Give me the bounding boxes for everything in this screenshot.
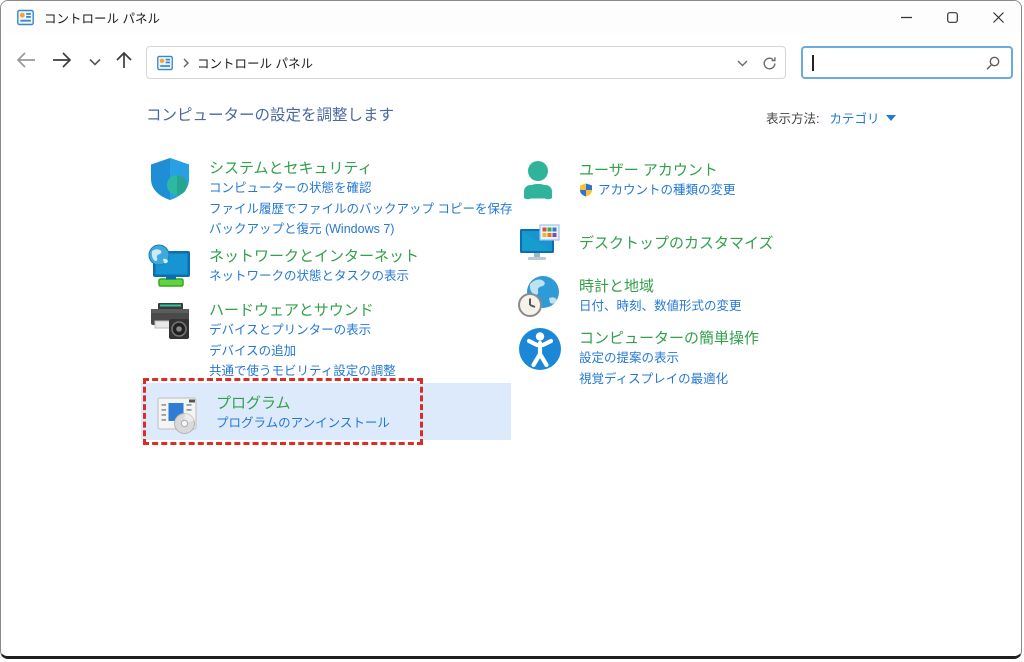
close-icon — [992, 11, 1004, 23]
view-by-category-link[interactable]: カテゴリ — [829, 108, 879, 127]
category-hardware-sound: ハードウェアとサウンド デバイスとプリンターの表示 デバイスの追加 共通で使うモ… — [146, 297, 396, 382]
category-title-system-security[interactable]: システムとセキュリティ — [209, 157, 512, 178]
back-button[interactable] — [11, 47, 41, 73]
maximize-icon — [946, 11, 958, 23]
chevron-down-icon[interactable] — [885, 114, 896, 121]
task-link[interactable]: 視覚ディスプレイの最適化 — [579, 369, 759, 390]
task-link[interactable]: バックアップと復元 (Windows 7) — [209, 219, 512, 240]
breadcrumb-chevron-icon — [183, 58, 189, 68]
category-title-user-accounts[interactable]: ユーザー アカウント — [579, 159, 736, 180]
up-arrow-icon — [116, 51, 132, 68]
network-icon[interactable] — [146, 243, 194, 291]
category-title-programs[interactable]: プログラム — [216, 392, 390, 413]
task-link-uninstall-program[interactable]: プログラムのアンインストール — [216, 413, 390, 434]
refresh-button[interactable] — [762, 56, 777, 71]
view-by-label: 表示方法: — [766, 112, 820, 126]
task-link[interactable]: コンピューターの状態を確認 — [209, 178, 512, 199]
user-icon[interactable] — [516, 157, 564, 205]
desktop-icon[interactable] — [516, 220, 564, 268]
breadcrumb[interactable]: コントロール パネル — [197, 53, 313, 72]
category-system-security: システムとセキュリティ コンピューターの状態を確認 ファイル履歴でファイルのバッ… — [146, 155, 512, 240]
task-link[interactable]: ネットワークの状態とタスクの表示 — [209, 266, 419, 287]
task-link[interactable]: 共通で使うモビリティ設定の調整 — [209, 361, 396, 382]
back-icon — [16, 52, 35, 68]
minimize-button[interactable] — [883, 1, 929, 33]
category-appearance: デスクトップのカスタマイズ — [516, 220, 774, 268]
category-title-hardware[interactable]: ハードウェアとサウンド — [209, 299, 396, 320]
category-programs: プログラム プログラムのアンインストール — [153, 390, 390, 438]
control-panel-window: コントロール パネル コントロール パネル コンピューターの設定を調整します 表… — [0, 0, 1022, 659]
window-title: コントロール パネル — [44, 11, 160, 26]
task-link-change-account-type[interactable]: アカウントの種類の変更 — [579, 180, 736, 201]
title-bar: コントロール パネル — [1, 1, 1021, 33]
accessibility-icon[interactable] — [516, 325, 564, 373]
close-button[interactable] — [975, 1, 1021, 33]
minimize-icon — [900, 16, 912, 18]
address-bar[interactable]: コントロール パネル — [146, 46, 786, 79]
programs-icon[interactable] — [153, 390, 201, 438]
task-link[interactable]: デバイスとプリンターの表示 — [209, 320, 396, 341]
category-clock-region: 時計と地域 日付、時刻、数値形式の変更 — [516, 273, 742, 321]
shield-icon[interactable] — [146, 155, 194, 203]
control-panel-icon — [17, 9, 34, 25]
control-panel-icon — [157, 55, 173, 70]
navigation-toolbar: コントロール パネル — [1, 33, 1021, 87]
printer-sound-icon[interactable] — [146, 297, 194, 345]
task-link[interactable]: 設定の提案の表示 — [579, 348, 759, 369]
category-ease-of-access: コンピューターの簡単操作 設定の提案の表示 視覚ディスプレイの最適化 — [516, 325, 759, 389]
search-icon[interactable] — [985, 55, 1001, 71]
recent-locations-button[interactable] — [80, 49, 110, 75]
text-caret — [812, 55, 814, 71]
clock-globe-icon[interactable] — [516, 273, 564, 321]
forward-button[interactable] — [47, 47, 77, 73]
category-title-network[interactable]: ネットワークとインターネット — [209, 245, 419, 266]
uac-shield-icon — [580, 183, 592, 197]
category-title-ease-of-access[interactable]: コンピューターの簡単操作 — [579, 327, 759, 348]
chevron-down-icon — [89, 58, 101, 66]
page-title: コンピューターの設定を調整します — [146, 107, 395, 124]
search-input[interactable] — [811, 51, 975, 76]
refresh-icon — [763, 57, 776, 70]
task-link[interactable]: ファイル履歴でファイルのバックアップ コピーを保存 — [209, 199, 512, 220]
view-by: 表示方法: カテゴリ — [766, 108, 896, 127]
chevron-down-icon — [737, 60, 748, 67]
category-network-internet: ネットワークとインターネット ネットワークの状態とタスクの表示 — [146, 243, 419, 291]
control-panel-home: コンピューターの設定を調整します 表示方法: カテゴリ システムとセキュリティ … — [1, 87, 1021, 656]
address-dropdown-button[interactable] — [737, 60, 748, 67]
up-button[interactable] — [109, 47, 139, 73]
maximize-button[interactable] — [929, 1, 975, 33]
task-link[interactable]: 日付、時刻、数値形式の変更 — [579, 296, 742, 317]
category-title-appearance[interactable]: デスクトップのカスタマイズ — [579, 232, 774, 253]
forward-icon — [53, 52, 72, 68]
category-user-accounts: ユーザー アカウント アカウントの種類の変更 — [516, 157, 736, 205]
category-title-clock-region[interactable]: 時計と地域 — [579, 275, 742, 296]
search-box[interactable] — [801, 46, 1013, 79]
task-link[interactable]: デバイスの追加 — [209, 341, 396, 362]
